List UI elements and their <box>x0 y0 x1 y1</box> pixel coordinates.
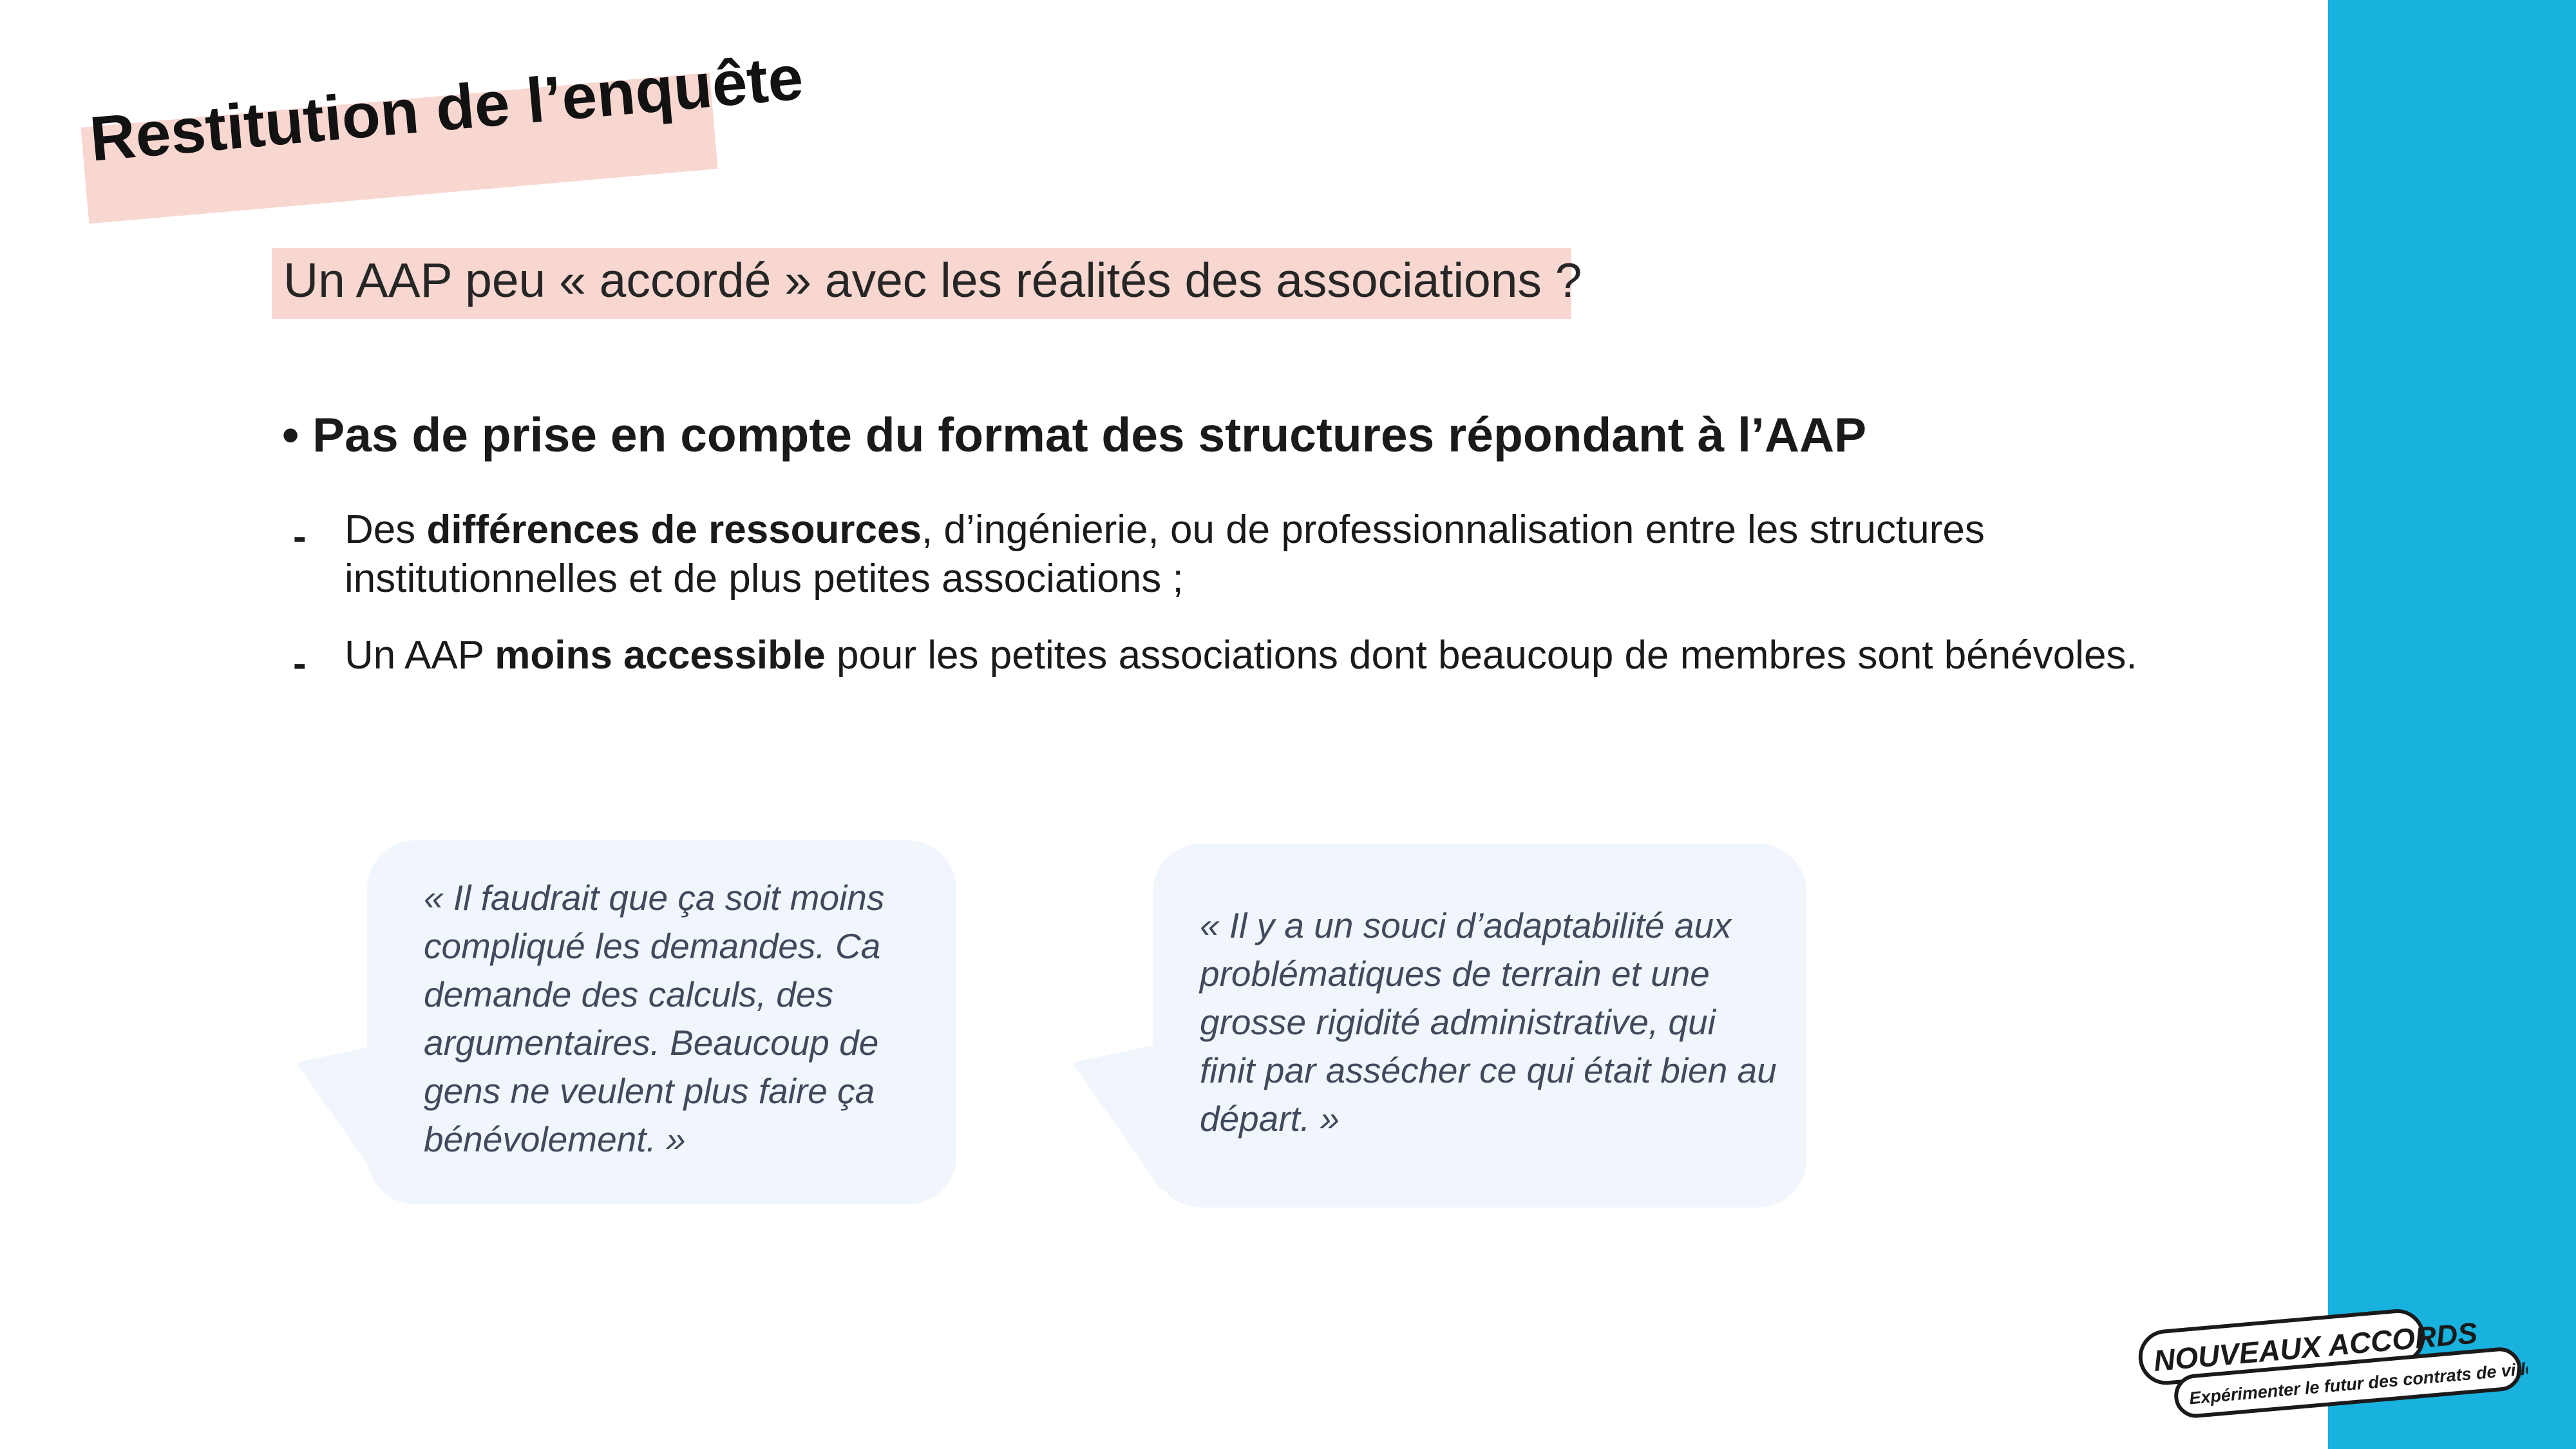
accent-band <box>2328 0 2576 1449</box>
item-text: institutionnelles et de plus petites ass… <box>345 556 1184 601</box>
quote-line: finit par assécher ce qui était bien au <box>1200 1050 1777 1090</box>
quote-line: départ. » <box>1200 1099 1340 1139</box>
item-text: pour les petites associations dont beauc… <box>825 633 2137 677</box>
list-item: Un AAP moins accessible pour les petites… <box>345 631 2137 680</box>
quote-line: grosse rigidité administrative, qui <box>1200 1002 1716 1042</box>
slide-subtitle: Un AAP peu « accordé » avec les réalités… <box>283 253 1582 307</box>
quote-text: « Il faudrait que ça soit moins compliqu… <box>424 874 884 1164</box>
dash-bullet: - <box>293 641 307 686</box>
quote-line: « Il faudrait que ça soit moins <box>424 878 885 918</box>
quote-line: « Il y a un souci d’adaptabilité aux <box>1200 905 1732 945</box>
item-text: Des <box>345 507 427 552</box>
quote-line: compliqué les demandes. Ca <box>424 926 881 966</box>
item-emphasis: différences de ressources <box>426 507 922 552</box>
quote-text: « Il y a un souci d’adaptabilité aux pro… <box>1200 902 1777 1143</box>
item-text: , d’ingénierie, ou de professionnalisati… <box>921 507 1985 552</box>
quote-line: argumentaires. Beaucoup de <box>424 1023 879 1063</box>
quote-line: bénévolement. » <box>424 1119 686 1159</box>
speech-bubble-tail <box>1072 1043 1162 1191</box>
dash-bullet: - <box>293 515 307 559</box>
item-text: Un AAP <box>345 633 495 677</box>
item-emphasis: moins accessible <box>495 633 826 677</box>
quote-line: problématiques de terrain et une <box>1200 954 1710 994</box>
quote-line: demande des calculs, des <box>424 974 833 1014</box>
main-bullet-heading: • Pas de prise en compte du format des s… <box>282 408 1867 462</box>
nouveaux-accords-logo: NOUVEAUX ACCORDS Expérimenter le futur d… <box>2138 1309 2528 1418</box>
list-item: Des différences de ressources, d’ingénie… <box>345 506 1985 603</box>
quote-line: gens ne veulent plus faire ça <box>424 1071 875 1111</box>
